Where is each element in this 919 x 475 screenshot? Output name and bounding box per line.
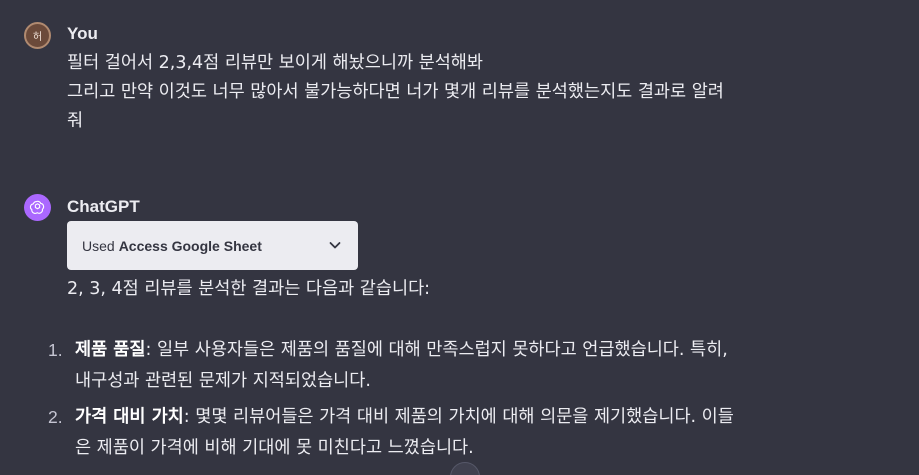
- list-item-desc-cont: 은 제품이 가격에 비해 기대에 못 미친다고 느꼈습니다.: [75, 438, 474, 458]
- list-item-desc-cont: 내구성과 관련된 문제가 지적되었습니다.: [75, 371, 371, 391]
- list-item-body: 가격 대비 가치: 몇몇 리뷰어들은 가격 대비 제품의 가치에 대해 의문을 …: [75, 402, 875, 464]
- tool-used-name: Access Google Sheet: [118, 237, 262, 254]
- list-item-desc: : 몇몇 리뷰어들은 가격 대비 제품의 가치에 대해 의문을 제기했습니다. …: [183, 407, 734, 427]
- list-item-number: 1.: [48, 340, 63, 360]
- list-item-number: 2.: [48, 407, 63, 427]
- chatgpt-avatar: [24, 194, 51, 221]
- user-message-line: 줘: [67, 111, 84, 131]
- tool-used-dropdown[interactable]: Used Access Google Sheet: [67, 221, 358, 270]
- list-item-body: 제품 품질: 일부 사용자들은 제품의 품질에 대해 만족스럽지 못하다고 언급…: [75, 335, 875, 397]
- user-author-name: You: [67, 24, 98, 43]
- chevron-down-icon[interactable]: [328, 238, 342, 252]
- user-avatar: 허: [24, 22, 51, 49]
- user-message-text: 필터 걸어서 2,3,4점 리뷰만 보이게 해놨으니까 분석해봐 그리고 만약 …: [67, 49, 867, 136]
- user-avatar-initial: 허: [32, 32, 43, 43]
- user-message-line: 필터 걸어서 2,3,4점 리뷰만 보이게 해놨으니까 분석해봐: [67, 53, 484, 73]
- tool-used-prefix: Used: [82, 237, 115, 254]
- openai-logo-icon: [29, 200, 45, 214]
- assistant-author-name: ChatGPT: [67, 197, 140, 216]
- list-item-title: 가격 대비 가치: [75, 407, 184, 427]
- user-message-line: 그리고 만약 이것도 너무 많아서 불가능하다면 너가 몇개 리뷰를 분석했는지…: [67, 82, 724, 102]
- list-item-title: 제품 품질: [75, 340, 146, 360]
- list-item-desc: : 일부 사용자들은 제품의 품질에 대해 만족스럽지 못하다고 언급했습니다.…: [145, 340, 728, 360]
- response-intro: 2, 3, 4점 리뷰를 분석한 결과는 다음과 같습니다:: [67, 279, 431, 299]
